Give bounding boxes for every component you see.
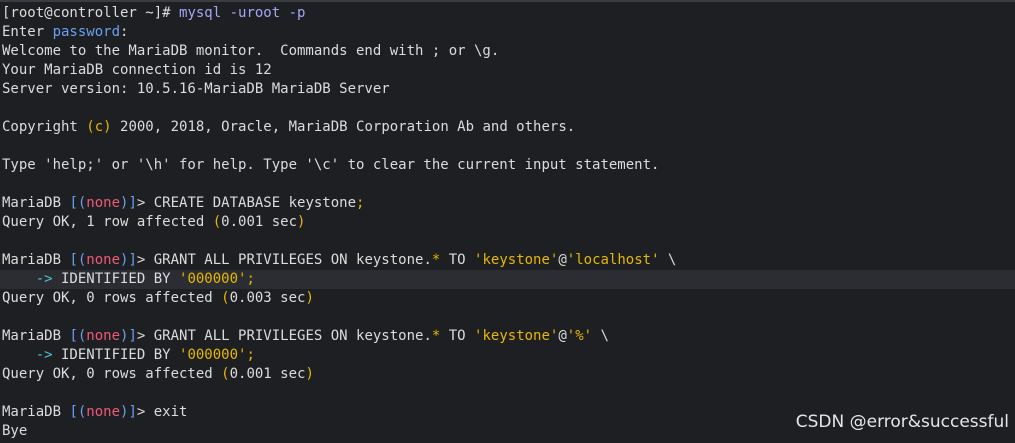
sql-password-string: '000000' — [179, 347, 247, 363]
sql-password-string: '000000' — [179, 271, 247, 287]
sql-statement: > GRANT ALL PRIVILEGES ON keystone — [136, 328, 424, 344]
terminal-window[interactable]: [root@controller ~]# mysql -uroot -p Ent… — [0, 0, 1015, 443]
shell-prompt: [root@controller ~]# — [2, 5, 180, 21]
prompt-bracket-open: [( — [69, 252, 87, 268]
paren-open: ( — [221, 290, 230, 306]
sql-statement: IDENTIFIED BY — [52, 347, 180, 363]
paren-open: ( — [212, 214, 222, 230]
sql-at: @ — [558, 252, 567, 268]
sql-statement: > GRANT ALL PRIVILEGES ON keystone — [136, 252, 424, 268]
sql-user-string: 'keystone' — [474, 252, 559, 268]
sql-statement: IDENTIFIED BY — [52, 271, 180, 287]
paren-close: ) — [305, 366, 314, 382]
terminal-top-border — [0, 0, 1015, 2]
query-time: 0.003 sec — [229, 290, 306, 306]
terminal-line-9: Type 'help;' or '\h' for help. Type '\c'… — [2, 157, 660, 173]
prompt-database-none: none — [86, 404, 121, 420]
query-result: Query OK, 1 row affected — [2, 214, 213, 230]
prompt-database-none: none — [86, 252, 121, 268]
password-prompt-text: Enter — [2, 24, 53, 40]
copyright-text: Copyright — [2, 119, 87, 135]
continuation-arrow: -> — [35, 271, 53, 287]
sql-user-string: 'keystone' — [474, 328, 559, 344]
sql-to: TO — [440, 328, 475, 344]
query-result: Query OK, 0 rows affected — [2, 290, 222, 306]
sql-at: @ — [558, 328, 567, 344]
sql-continuation: \ — [659, 252, 677, 268]
copyright-symbol: (c) — [86, 119, 112, 135]
prompt-database-none: none — [86, 328, 121, 344]
terminal-line-16: Query OK, 0 rows affected (0.003 sec) — [0, 289, 1015, 308]
prompt-database-none: none — [86, 195, 121, 211]
paren-close: ) — [305, 290, 314, 306]
paren-open: ( — [221, 366, 230, 382]
terminal-line-18: MariaDB [(none)]> GRANT ALL PRIVILEGES O… — [0, 327, 1015, 346]
mariadb-prompt: MariaDB — [2, 404, 70, 420]
prompt-bracket-open: [( — [69, 195, 87, 211]
sql-semicolon: ; — [246, 271, 255, 287]
sql-dot: . — [423, 328, 432, 344]
terminal-line-2: Enter password: — [0, 23, 1015, 42]
terminal-line-5: Server version: 10.5.16-MariaDB MariaDB … — [2, 81, 390, 97]
terminal-line-4: Your MariaDB connection id is 12 — [2, 62, 272, 78]
sql-semicolon: ; — [246, 347, 255, 363]
mariadb-prompt: MariaDB — [2, 195, 70, 211]
terminal-line-3: Welcome to the MariaDB monitor. Commands… — [2, 43, 500, 59]
password-keyword: password — [52, 24, 121, 40]
paren-close: ) — [297, 214, 306, 230]
query-time: 0.001 sec — [221, 214, 298, 230]
prompt-bracket-close: )] — [120, 404, 137, 420]
terminal-line-20: Query OK, 0 rows affected (0.001 sec) — [0, 365, 1015, 384]
sql-to: TO — [440, 252, 475, 268]
sql-continuation: \ — [592, 328, 609, 344]
watermark: CSDN @error&successful — [795, 412, 1009, 432]
terminal-line-15: -> IDENTIFIED BY '000000'; — [0, 270, 1015, 289]
sql-dot: . — [423, 252, 432, 268]
terminal-line-12: Query OK, 1 row affected (0.001 sec) — [0, 213, 1015, 232]
prompt-bracket-open: [( — [69, 328, 87, 344]
copyright-rest: 2000, 2018, Oracle, MariaDB Corporation … — [111, 119, 576, 135]
prompt-bracket-close: )] — [120, 252, 137, 268]
terminal-line-7: Copyright (c) 2000, 2018, Oracle, MariaD… — [0, 118, 1015, 137]
terminal-line-14: MariaDB [(none)]> GRANT ALL PRIVILEGES O… — [0, 251, 1015, 270]
prompt-bracket-close: )] — [120, 328, 137, 344]
sql-statement: > CREATE DATABASE keystone — [136, 195, 357, 211]
prompt-bracket-open: [( — [69, 404, 87, 420]
sql-host-string: 'localhost' — [566, 252, 660, 268]
sql-host-string: '%' — [566, 328, 593, 344]
sql-semicolon: ; — [356, 195, 365, 211]
prompt-bracket-close: )] — [120, 195, 137, 211]
mariadb-prompt: MariaDB — [2, 328, 70, 344]
mariadb-prompt: MariaDB — [2, 252, 70, 268]
query-result: Query OK, 0 rows affected — [2, 366, 222, 382]
password-colon: : — [120, 24, 129, 40]
continuation-arrow: -> — [35, 347, 53, 363]
query-time: 0.001 sec — [229, 366, 306, 382]
sql-statement: > exit — [136, 404, 188, 420]
terminal-line-11: MariaDB [(none)]> CREATE DATABASE keysto… — [0, 194, 1015, 213]
terminal-line-19: -> IDENTIFIED BY '000000'; — [0, 346, 1015, 365]
shell-command: mysql -uroot -p — [179, 5, 306, 21]
terminal-line-1: [root@controller ~]# mysql -uroot -p — [0, 4, 1015, 23]
